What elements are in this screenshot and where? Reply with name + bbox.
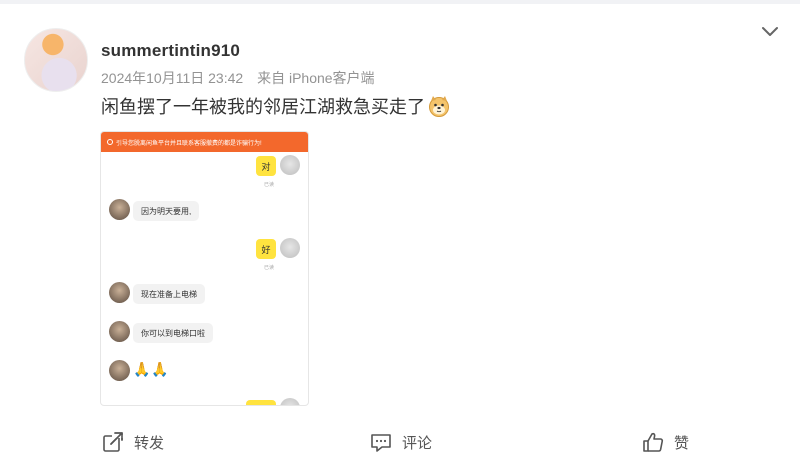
- like-button[interactable]: 赞: [642, 431, 689, 453]
- like-label: 赞: [674, 434, 690, 452]
- post-image-chat-screenshot[interactable]: 引导您脱离闲鱼平台并且联系客服撤费的都是诈骗行为! 对 已读 因为明天要用, 好…: [100, 131, 309, 406]
- chat-warning-text: 引导您脱离闲鱼平台并且联系客服撤费的都是诈骗行为!: [116, 140, 262, 147]
- chat-avatar-left: [109, 282, 130, 303]
- post-text: 闲鱼摆了一年被我的邻居江湖救急买走了: [101, 93, 450, 119]
- username[interactable]: summertintin910: [101, 41, 240, 61]
- avatar[interactable]: [24, 28, 88, 92]
- pray-hands-emoji: 🙏🙏: [133, 361, 170, 377]
- repost-button[interactable]: 转发: [102, 431, 164, 453]
- chat-bubble: 对: [256, 156, 276, 176]
- info-icon: [107, 139, 113, 145]
- comment-icon: [371, 434, 391, 452]
- comment-label: 评论: [402, 434, 433, 452]
- chat-bubble: 好: [256, 239, 276, 259]
- chat-bubble: 你可以到电梯口啦: [133, 323, 213, 343]
- read-status: 已读: [263, 265, 274, 271]
- post-meta: 2024年10月11日 23:42 来自 iPhone客户端: [101, 68, 385, 88]
- chat-avatar-right: [280, 398, 300, 405]
- chat-warning-banner: 引导您脱离闲鱼平台并且联系客服撤费的都是诈骗行为!: [101, 132, 308, 152]
- read-status: 已读: [263, 182, 274, 188]
- chat-avatar-left: [109, 199, 130, 220]
- chat-avatar-right: [280, 238, 300, 258]
- chevron-down-icon[interactable]: [760, 24, 780, 38]
- share-icon: [103, 432, 124, 452]
- post-timestamp[interactable]: 2024年10月11日 23:42: [101, 70, 243, 86]
- post-source: 来自 iPhone客户端: [257, 70, 375, 86]
- chat-avatar-right: [280, 155, 300, 175]
- chat-bubble-partial: [246, 400, 276, 405]
- post-text-content: 闲鱼摆了一年被我的邻居江湖救急买走了: [101, 97, 425, 117]
- thumbs-up-icon: [643, 432, 664, 452]
- chat-avatar-left: [109, 321, 130, 342]
- repost-label: 转发: [134, 434, 165, 452]
- chat-avatar-left: [109, 360, 130, 381]
- comment-button[interactable]: 评论: [370, 431, 432, 453]
- doge-icon: [429, 96, 449, 117]
- chat-bubble: 因为明天要用,: [133, 201, 200, 221]
- top-divider: [0, 0, 800, 4]
- chat-bubble: 现在准备上电梯: [133, 284, 205, 304]
